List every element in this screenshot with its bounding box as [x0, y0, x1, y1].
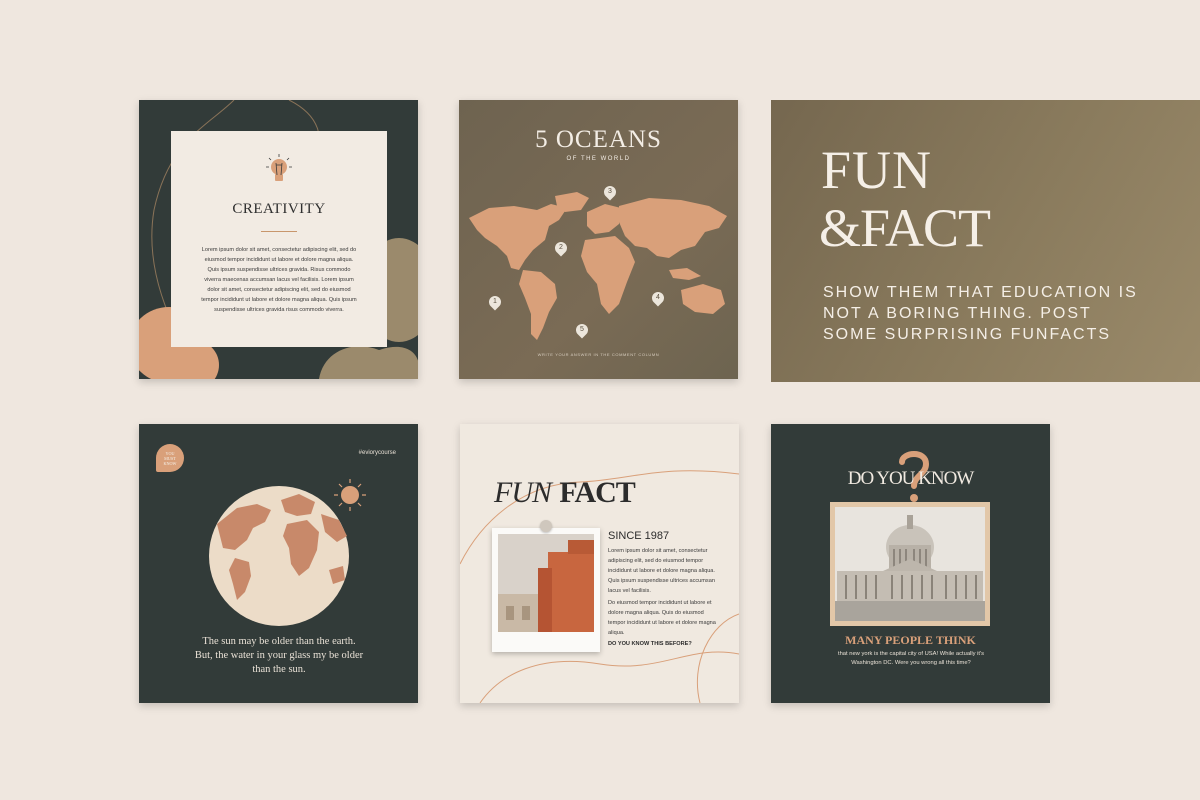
creativity-divider: [261, 231, 297, 232]
creativity-body: Lorem ipsum dolor sit amet, consectetur …: [201, 247, 357, 313]
doyouknow-post-card: DO YOU KNOW MANY PEOPLE THINK that new y…: [771, 424, 1050, 703]
doyouknow-title: DO YOU KNOW: [847, 468, 975, 489]
funfact-title: FUN FACT: [494, 476, 636, 510]
banner-title-line2: &FACT: [819, 198, 991, 258]
ocean-pin-3: 3: [601, 183, 619, 201]
banner-title-line1: FUN: [821, 140, 933, 200]
oceans-footer: WRITE YOUR ANSWER IN THE COMMENT COLUMN: [537, 352, 660, 357]
world-map: [469, 192, 727, 340]
ocean-pin-label: 4: [656, 294, 660, 301]
capitol-photo: [835, 507, 985, 621]
creativity-post-card: CREATIVITY Lorem ipsum dolor sit amet, c…: [139, 100, 418, 379]
ocean-pin-2: 2: [552, 239, 570, 257]
creativity-title: CREATIVITY: [232, 201, 326, 217]
ocean-pin-4: 4: [649, 289, 667, 307]
funfact-paragraph-2: Do eiusmod tempor incididunt ut labore e…: [608, 600, 716, 636]
funfact-post-card: FUN FACT SINCE 1987 Lorem ipsum dolor si…: [460, 424, 739, 703]
ocean-pin-1: 1: [486, 293, 504, 311]
since-heading: SINCE 1987: [608, 530, 670, 542]
ocean-pin-label: 1: [493, 298, 497, 305]
funfact-banner: FUN &FACT SHOW THEM THAT EDUCATION IS NO…: [771, 100, 1200, 382]
banner-text: SHOW THEM THAT EDUCATION IS NOT A BORING…: [823, 284, 1138, 343]
ocean-pin-label: 2: [559, 244, 563, 251]
funfact-title-bold: FACT: [559, 476, 635, 509]
funfact-title-italic: FUN: [494, 476, 552, 509]
capitol-photo-frame: [830, 502, 990, 626]
polaroid-photo: [492, 520, 600, 652]
sun-icon: [334, 479, 366, 511]
sun-fact-text: The sun may be older than the earth. But…: [194, 636, 364, 675]
many-people-heading: MANY PEOPLE THINK: [845, 633, 976, 647]
doyouknow-text: that new york is the capital city of USA…: [837, 651, 985, 666]
creativity-panel: CREATIVITY Lorem ipsum dolor sit amet, c…: [171, 131, 387, 347]
funfact-question: DO YOU KNOW THIS BEFORE?: [608, 641, 692, 647]
oceans-post-card: 5 OCEANS OF THE WORLD 12345 WRITE YOUR A…: [459, 100, 738, 379]
sun-post-card: YOU MUST KNOW #eviorycourse The sun may …: [139, 424, 418, 703]
funfact-paragraph-1: Lorem ipsum dolor sit amet, consectetur …: [608, 548, 715, 594]
ocean-pin-label: 5: [580, 326, 584, 333]
ocean-pin-label: 3: [608, 188, 612, 195]
ocean-pin-5: 5: [573, 321, 591, 339]
photo-pin: [540, 520, 552, 532]
lightbulb-icon: [266, 154, 292, 181]
building-photo: [498, 534, 594, 632]
